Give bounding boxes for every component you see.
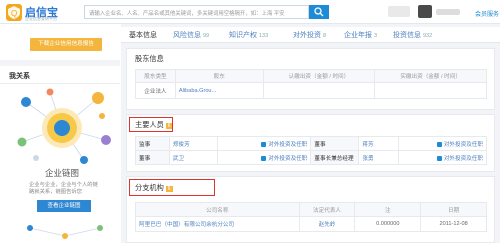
graph-illustration-footer xyxy=(27,225,103,239)
column-header: 法定代表人 xyxy=(298,202,356,217)
tab-annual-report[interactable]: 企业年报 3 xyxy=(344,30,377,40)
top-bar: Q 启信宝 企业信息查询平台 请输入企业名、人名、产品名或其他关键词，多关键词用… xyxy=(0,0,500,24)
highlight-box xyxy=(129,117,173,132)
highlight-box xyxy=(129,179,215,196)
established-date: 2011-12-08 xyxy=(420,216,487,232)
column-header: 实缴出资（金额 / 时间） xyxy=(374,69,487,83)
investment-link[interactable]: 对外投资及任职 xyxy=(398,136,487,151)
tab-bar: 基本信息 风险信息 99 知识产权 133 对外投资 8 企业年报 3 投资信息 932 xyxy=(121,27,500,43)
logo[interactable]: Q 启信宝 企业信息查询平台 xyxy=(6,3,64,23)
view-graph-button[interactable]: 查看企业链图 xyxy=(37,200,91,212)
logo-subtitle: 企业信息查询平台 xyxy=(25,16,57,21)
role-label: 董事 xyxy=(135,150,170,165)
user-avatar[interactable] xyxy=(418,5,432,18)
divider xyxy=(0,83,120,84)
search-input[interactable]: 请输入企业名、人名、产品名或其他关键词，多关键词用空格隔开，如：上海 平安 xyxy=(84,5,309,19)
table-row: 企业法人 Alibaba.Grou... xyxy=(135,82,487,99)
column-header: 注 xyxy=(354,202,422,217)
column-header: 股东 xyxy=(174,69,264,83)
investment-link[interactable]: 对外投资及任职 xyxy=(216,136,312,151)
registered-capital: 0.000000 xyxy=(354,216,422,232)
tab-risk-info[interactable]: 风险信息 99 xyxy=(173,30,209,40)
blurred-username[interactable] xyxy=(436,9,460,15)
paid-capital xyxy=(374,82,487,99)
personnel-table: 监事 郑俊芳 对外投资及任职 董事 蒋芳 对外投资及任职 董事 武卫 对外投资及… xyxy=(135,136,487,165)
investment-link[interactable]: 对外投资及任职 xyxy=(216,150,312,165)
link-icon xyxy=(436,155,442,161)
subscribed-capital xyxy=(262,82,376,99)
sidebar-separator xyxy=(0,60,120,66)
branch-name-link[interactable]: 阿里巴巴（中国）有限公司余杭分公司 xyxy=(135,216,300,232)
legal-rep-link[interactable]: 赵先岭 xyxy=(298,216,356,232)
table-row: 董事 武卫 对外投资及任职 董事长兼总经理 张勇 对外投资及任职 xyxy=(135,150,487,165)
person-name-link[interactable]: 蒋芳 xyxy=(358,136,400,151)
logo-icon: Q xyxy=(6,4,22,21)
role-label: 董事 xyxy=(310,136,360,151)
tab-investment-info[interactable]: 投资信息 932 xyxy=(393,30,432,40)
column-header: 认缴出资（金额 / 时间） xyxy=(262,69,376,83)
my-relations-heading: 我关系 xyxy=(9,73,30,80)
enterprise-graph-illustration xyxy=(17,88,111,164)
shareholder-table: 股东类型 股东 认缴出资（金额 / 时间） 实缴出资（金额 / 时间） 企业法人… xyxy=(135,69,487,99)
branches-table: 公司名称 法定代表人 注 日期 阿里巴巴（中国）有限公司余杭分公司 赵先岭 0.… xyxy=(135,202,487,232)
column-header: 日期 xyxy=(420,202,487,217)
column-header: 股东类型 xyxy=(135,69,176,83)
shareholder-name-link[interactable]: Alibaba.Grou... xyxy=(174,82,264,99)
role-label: 董事长兼总经理 xyxy=(310,150,360,165)
table-row: 监事 郑俊芳 对外投资及任职 董事 蒋芳 对外投资及任职 xyxy=(135,136,487,151)
person-name-link[interactable]: 郑俊芳 xyxy=(168,136,218,151)
tab-basic-info[interactable]: 基本信息 xyxy=(129,30,157,40)
shareholder-type: 企业法人 xyxy=(135,82,176,99)
graph-description: 路就关系，链图告诉您 xyxy=(29,189,82,195)
vip-service-link[interactable]: 会员服务 xyxy=(475,9,499,18)
link-icon xyxy=(261,141,267,147)
link-icon xyxy=(261,155,267,161)
shareholder-section: 股东信息 股东类型 股东 认缴出资（金额 / 时间） 实缴出资（金额 / 时间）… xyxy=(126,48,495,110)
tab-intellectual-property[interactable]: 知识产权 133 xyxy=(229,30,268,40)
search-icon xyxy=(314,7,324,17)
graph-title: 企业链图 xyxy=(45,168,80,178)
role-label: 监事 xyxy=(135,136,170,151)
column-header: 公司名称 xyxy=(135,202,300,217)
link-icon xyxy=(436,141,442,147)
search-button[interactable] xyxy=(309,5,329,19)
person-name-link[interactable]: 张勇 xyxy=(358,150,400,165)
investment-link[interactable]: 对外投资及任职 xyxy=(398,150,487,165)
download-report-button[interactable]: 下载企业信用信息报告 xyxy=(30,38,102,51)
table-row: 阿里巴巴（中国）有限公司余杭分公司 赵先岭 0.000000 2011-12-0… xyxy=(135,216,487,232)
key-personnel-section: 主要人员 6 监事 郑俊芳 对外投资及任职 董事 蒋芳 对外投资及任职 董事 武卫… xyxy=(126,114,495,172)
person-name-link[interactable]: 武卫 xyxy=(168,150,218,165)
section-title: 股东信息 xyxy=(135,54,164,63)
blurred-nav-item[interactable] xyxy=(388,6,410,17)
tab-outbound-investment[interactable]: 对外投资 8 xyxy=(293,30,326,40)
svg-text:Q: Q xyxy=(11,9,17,18)
